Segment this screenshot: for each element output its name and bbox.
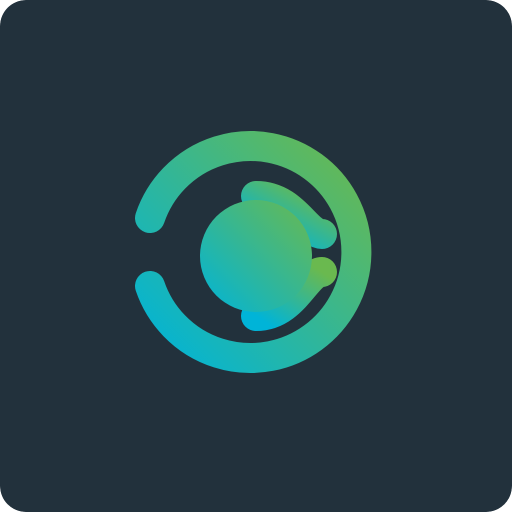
logo-icon	[0, 0, 512, 512]
center-dot	[200, 200, 312, 312]
app-icon	[0, 0, 512, 512]
